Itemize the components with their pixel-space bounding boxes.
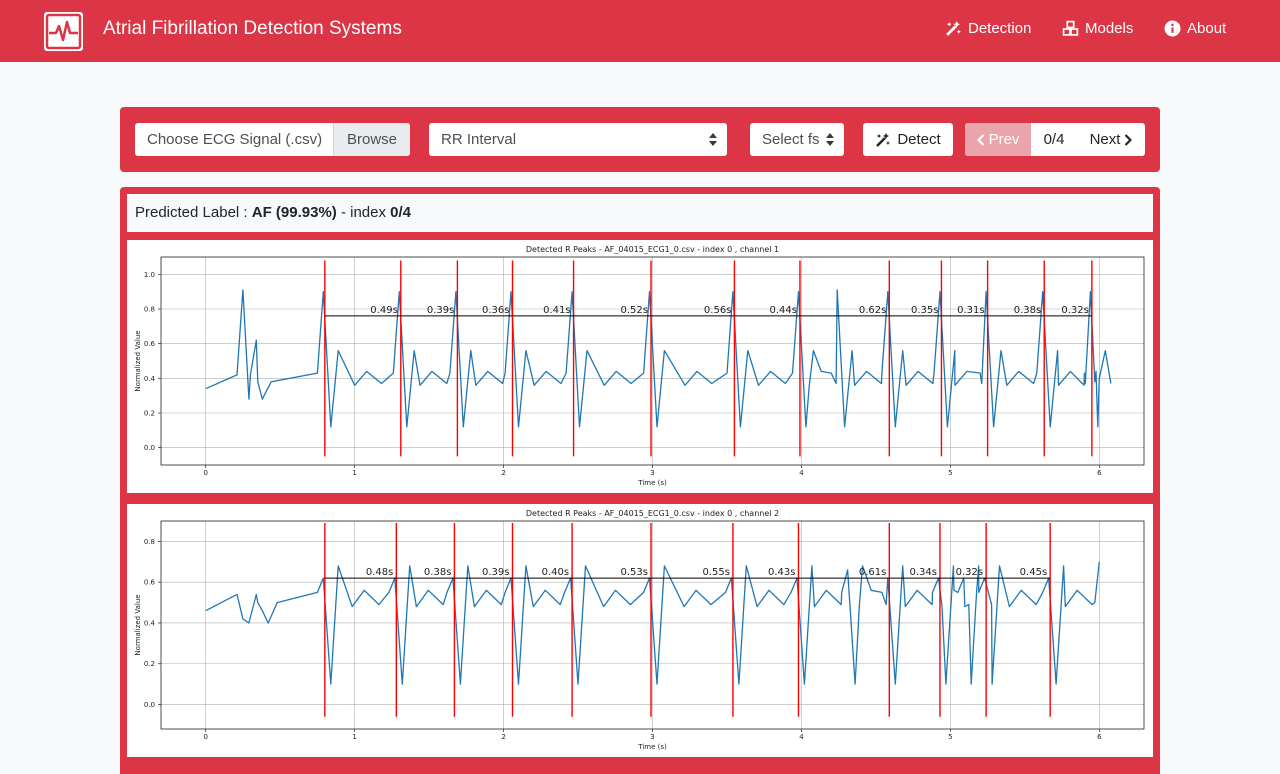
y-tick-label: 0.4 xyxy=(144,619,156,627)
rr-interval-label: 0.39s xyxy=(427,305,454,316)
x-tick-label: 4 xyxy=(799,469,804,477)
rr-interval-label: 0.44s xyxy=(769,305,796,316)
rr-interval-label: 0.45s xyxy=(1020,567,1047,578)
file-input-placeholder: Choose ECG Signal (.csv) xyxy=(147,131,323,148)
y-axis-label: Normalized Value xyxy=(134,594,142,655)
y-tick-label: 0.0 xyxy=(144,444,155,452)
rr-interval-label: 0.49s xyxy=(370,305,397,316)
rr-interval-label: 0.48s xyxy=(366,567,393,578)
app-title[interactable]: Atrial Fibrillation Detection Systems xyxy=(103,18,402,40)
x-axis-label: Time (s) xyxy=(637,743,667,751)
y-tick-label: 0.4 xyxy=(144,375,156,383)
nav-models-label: Models xyxy=(1085,20,1134,37)
prediction-index: 0/4 xyxy=(390,204,412,221)
rr-interval-label: 0.38s xyxy=(424,567,451,578)
y-tick-label: 0.2 xyxy=(144,660,155,668)
x-tick-label: 2 xyxy=(501,469,505,477)
page-count: 0/4 xyxy=(1043,131,1065,148)
pagination: Prev 0/4 Next xyxy=(965,123,1145,156)
info-circle-icon xyxy=(1164,20,1181,37)
rr-interval-label: 0.41s xyxy=(543,305,570,316)
prediction-prefix: Predicted Label : xyxy=(135,204,248,221)
rr-interval-label: 0.43s xyxy=(768,567,795,578)
x-tick-label: 0 xyxy=(203,733,207,741)
x-tick-label: 1 xyxy=(352,733,356,741)
magic-wand-icon xyxy=(946,21,961,36)
nav-models[interactable]: Models xyxy=(1062,20,1133,37)
x-tick-label: 6 xyxy=(1097,469,1102,477)
x-tick-label: 4 xyxy=(799,733,804,741)
prev-label: Prev xyxy=(988,131,1020,148)
ecg-plot-channel-1: 0 1 2 3 4 5 6 0.0 0.2 0.4 0.6 0.8 1.0 Detected R Peak… xyxy=(134,245,1145,487)
chart-title: Detected R Peaks - AF_04015_ECG1_0.csv -… xyxy=(526,245,779,254)
y-tick-label: 0.0 xyxy=(144,701,155,709)
results-panel: Predicted Label : AF (99.93%) - index 0/… xyxy=(120,187,1160,774)
chevron-right-icon xyxy=(1125,133,1133,146)
prev-button[interactable]: Prev xyxy=(965,123,1031,156)
fs-select[interactable]: Select fs xyxy=(750,123,844,156)
chart-title: Detected R Peaks - AF_04015_ECG1_0.csv -… xyxy=(526,509,779,518)
nav-detection-label: Detection xyxy=(968,20,1032,37)
rr-interval-label: 0.61s xyxy=(859,567,886,578)
y-tick-label: 0.8 xyxy=(144,306,155,314)
rr-interval-label: 0.40s xyxy=(542,567,569,578)
rr-interval-label: 0.55s xyxy=(702,567,729,578)
browse-button[interactable]: Browse xyxy=(333,123,410,156)
ecg-file-input[interactable]: Choose ECG Signal (.csv) Browse xyxy=(135,123,410,156)
predicted-label: AF (99.93%) xyxy=(251,204,337,221)
ecg-chart-channel-2: 0 1 2 3 4 5 6 0.0 0.2 0.4 0.6 0.8 Detected R Peaks -… xyxy=(127,504,1153,757)
nav-about-label: About xyxy=(1187,20,1227,37)
select-caret-icon xyxy=(709,133,717,146)
detect-button-label: Detect xyxy=(897,131,941,148)
rr-interval-label: 0.52s xyxy=(621,305,648,316)
select-caret-icon xyxy=(826,133,834,146)
x-tick-label: 0 xyxy=(203,469,207,477)
fs-select-value: Select fs xyxy=(762,131,820,148)
cubes-icon xyxy=(1062,20,1079,36)
rr-interval-label: 0.32s xyxy=(956,567,983,578)
ecg-plot-channel-2: 0 1 2 3 4 5 6 0.0 0.2 0.4 0.6 0.8 Detected R Peaks -… xyxy=(134,509,1145,751)
rr-interval-label: 0.39s xyxy=(482,567,509,578)
method-select[interactable]: RR Interval xyxy=(429,123,727,156)
prediction-box: Predicted Label : AF (99.93%) - index 0/… xyxy=(127,194,1153,232)
y-tick-label: 0.6 xyxy=(144,340,156,348)
x-tick-label: 5 xyxy=(948,733,952,741)
rr-interval-label: 0.35s xyxy=(911,305,938,316)
x-tick-label: 1 xyxy=(352,469,356,477)
navbar: Atrial Fibrillation Detection Systems De… xyxy=(0,0,1280,62)
x-tick-label: 3 xyxy=(650,469,654,477)
y-tick-label: 0.2 xyxy=(144,410,155,418)
nav-detection[interactable]: Detection xyxy=(945,20,1031,37)
detect-button[interactable]: Detect xyxy=(863,123,953,156)
y-tick-label: 1.0 xyxy=(144,271,155,279)
next-button[interactable]: Next xyxy=(1077,123,1145,156)
x-tick-label: 2 xyxy=(501,733,505,741)
x-tick-label: 6 xyxy=(1097,733,1102,741)
x-tick-label: 3 xyxy=(650,733,654,741)
index-prefix: - index xyxy=(340,204,386,221)
x-tick-label: 5 xyxy=(948,469,952,477)
rr-interval-label: 0.56s xyxy=(704,305,731,316)
method-select-value: RR Interval xyxy=(441,131,517,148)
rr-interval-label: 0.38s xyxy=(1014,305,1041,316)
y-tick-label: 0.6 xyxy=(144,579,156,587)
chevron-left-icon xyxy=(976,133,984,146)
rr-interval-label: 0.36s xyxy=(482,305,509,316)
y-tick-label: 0.8 xyxy=(144,538,155,546)
heartbeat-logo-icon[interactable] xyxy=(44,12,83,51)
next-label: Next xyxy=(1089,131,1121,148)
magic-wand-icon xyxy=(876,132,891,147)
control-toolbar: Choose ECG Signal (.csv) Browse RR Inter… xyxy=(120,107,1160,172)
rr-interval-label: 0.34s xyxy=(909,567,936,578)
y-axis-label: Normalized Value xyxy=(134,330,142,391)
rr-interval-label: 0.31s xyxy=(957,305,984,316)
nav-about[interactable]: About xyxy=(1164,20,1226,37)
rr-interval-label: 0.32s xyxy=(1061,305,1088,316)
rr-interval-label: 0.62s xyxy=(859,305,886,316)
rr-interval-label: 0.53s xyxy=(621,567,648,578)
ecg-chart-channel-1: 0 1 2 3 4 5 6 0.0 0.2 0.4 0.6 0.8 1.0 Detected R Peak… xyxy=(127,240,1153,493)
x-axis-label: Time (s) xyxy=(637,479,667,487)
